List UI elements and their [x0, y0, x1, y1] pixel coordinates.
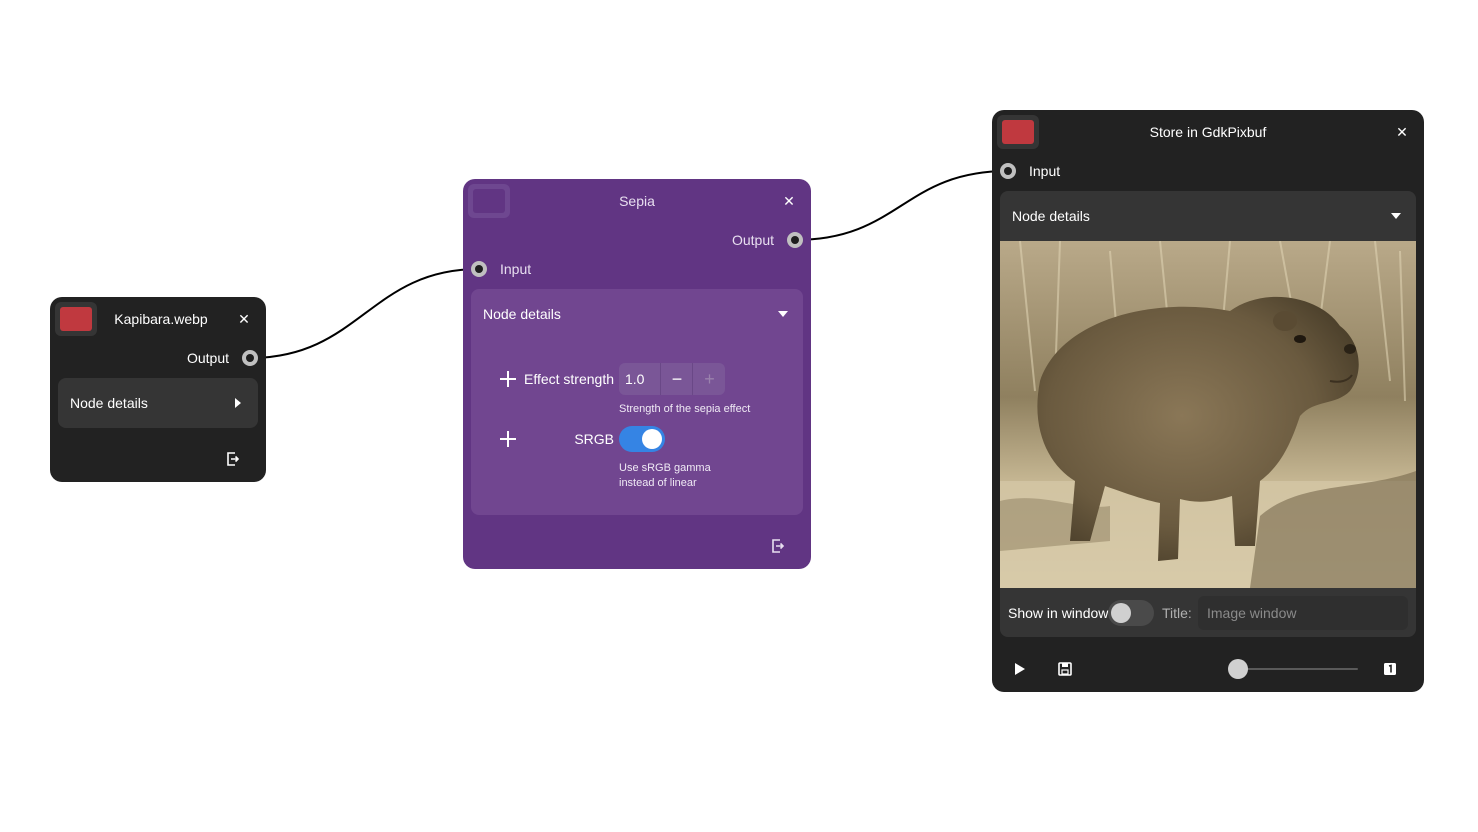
play-icon[interactable] — [1008, 657, 1032, 681]
swatch-color — [1002, 120, 1034, 144]
node-color-swatch[interactable] — [55, 302, 97, 336]
output-port[interactable] — [787, 232, 803, 248]
node-details-label: Node details — [70, 395, 148, 411]
zoom-slider-handle[interactable] — [1228, 659, 1248, 679]
node-color-swatch[interactable] — [468, 184, 510, 218]
close-icon[interactable]: ✕ — [234, 309, 254, 329]
output-port[interactable] — [242, 350, 258, 366]
save-icon[interactable] — [1053, 657, 1077, 681]
effect-strength-spinbutton[interactable]: 1.0 − + — [619, 363, 725, 395]
image-preview — [1000, 241, 1416, 588]
node-title: Store in GdkPixbuf — [1149, 124, 1267, 140]
input-label: Input — [1029, 163, 1061, 179]
input-port[interactable] — [471, 261, 487, 277]
input-port[interactable] — [1000, 163, 1016, 179]
node-details-expander[interactable]: Node details — [58, 378, 258, 428]
node-kapibara[interactable]: Kapibara.webp ✕ Output Node details — [50, 297, 266, 482]
window-title-field[interactable] — [1198, 596, 1408, 630]
node-sepia[interactable]: Sepia ✕ Output Input Node details Effect… — [463, 179, 811, 569]
show-in-window-label: Show in window — [1008, 605, 1109, 621]
close-icon[interactable]: ✕ — [1392, 122, 1412, 142]
node-title: Sepia — [619, 193, 655, 209]
window-title-input[interactable] — [1198, 596, 1408, 630]
node-details-label: Node details — [1012, 208, 1090, 224]
swatch-color — [60, 307, 92, 331]
node-color-swatch[interactable] — [997, 115, 1039, 149]
srgb-description-line2: instead of linear — [619, 477, 697, 489]
chevron-right-icon — [232, 397, 244, 409]
add-srgb-button[interactable] — [498, 429, 518, 449]
close-icon[interactable]: ✕ — [779, 191, 799, 211]
node-details-expander[interactable]: Node details Effect strength 1.0 − + Str… — [471, 289, 803, 515]
increment-button[interactable]: + — [692, 363, 726, 395]
node-details-expander[interactable]: Node details — [1000, 191, 1416, 637]
add-effect-strength-button[interactable] — [498, 369, 518, 389]
zoom-1-to-1-icon[interactable] — [1378, 657, 1402, 681]
capybara-image — [1000, 241, 1416, 588]
wire-sepia-to-store — [794, 170, 1009, 241]
effect-strength-description: Strength of the sepia effect — [619, 403, 751, 415]
effect-strength-label: Effect strength — [523, 371, 614, 387]
effect-strength-value[interactable]: 1.0 — [625, 371, 644, 387]
srgb-label: SRGB — [574, 431, 614, 447]
title-label: Title: — [1162, 605, 1192, 621]
output-label: Output — [186, 350, 229, 366]
show-in-window-toggle[interactable] — [1108, 600, 1154, 626]
chevron-down-icon — [1390, 210, 1402, 222]
wire-source-to-sepia — [249, 268, 480, 359]
node-details-label: Node details — [483, 306, 561, 322]
toggle-knob — [1111, 603, 1131, 623]
toggle-knob — [642, 429, 662, 449]
decrement-button[interactable]: − — [660, 363, 693, 395]
input-label: Input — [500, 261, 532, 277]
srgb-description-line1: Use sRGB gamma — [619, 462, 711, 474]
srgb-toggle[interactable] — [619, 426, 665, 452]
export-icon[interactable] — [766, 534, 790, 558]
export-icon[interactable] — [221, 447, 245, 471]
swatch-color — [473, 189, 505, 213]
output-label: Output — [731, 232, 774, 248]
zoom-slider-track[interactable] — [1238, 668, 1358, 670]
chevron-down-icon — [777, 308, 789, 320]
node-title: Kapibara.webp — [114, 311, 208, 327]
node-store-gdkpixbuf[interactable]: Store in GdkPixbuf ✕ Input Node details — [992, 110, 1424, 692]
